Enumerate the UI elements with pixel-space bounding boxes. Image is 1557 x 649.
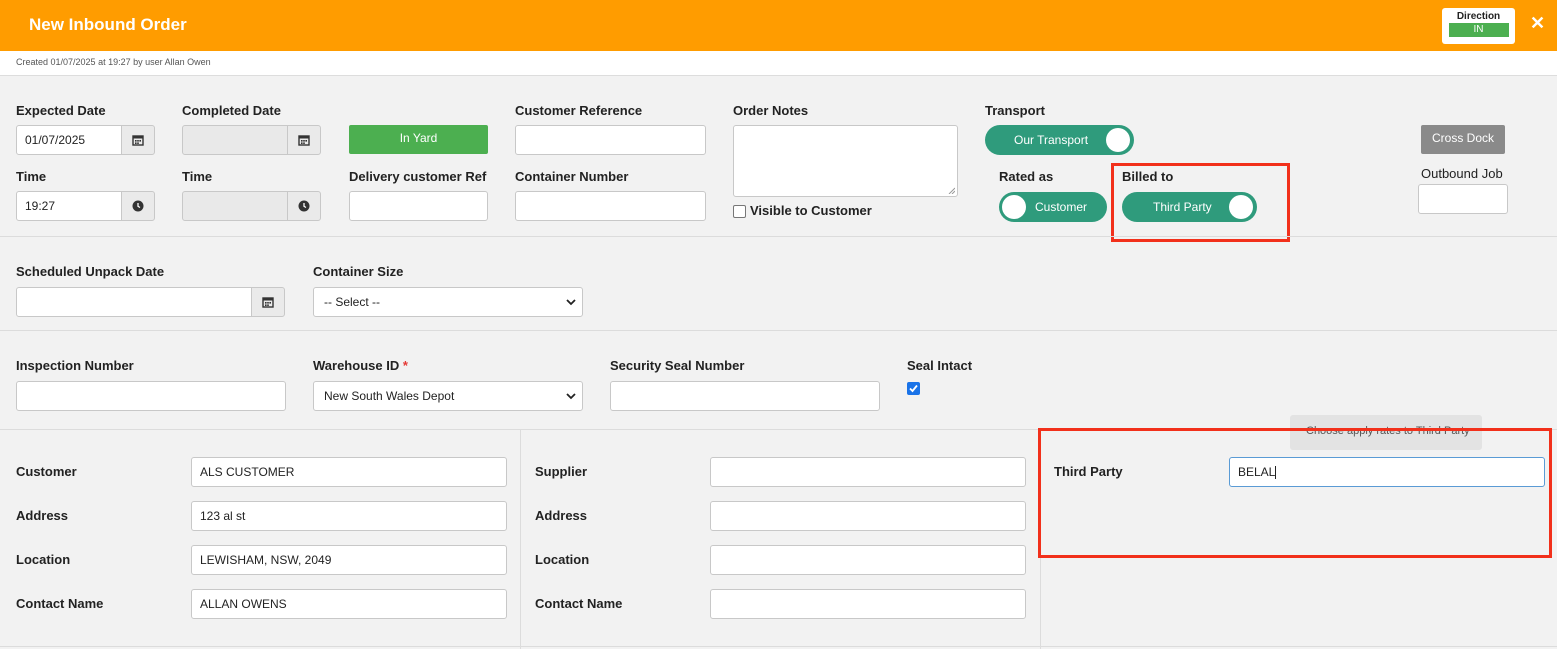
modal-header: New Inbound Order Direction IN ✕: [0, 0, 1557, 51]
outbound-job-label: Outbound Job: [1421, 166, 1503, 181]
customer-location-input[interactable]: LEWISHAM, NSW, 2049: [191, 545, 507, 575]
visible-to-customer-checkbox[interactable]: [733, 205, 746, 218]
direction-badge: Direction IN: [1442, 8, 1515, 44]
supplier-input[interactable]: [710, 457, 1026, 487]
warehouse-id-select[interactable]: New South Wales Depot: [313, 381, 583, 411]
modal-title: New Inbound Order: [29, 15, 187, 34]
highlight-box-third-party: [1038, 428, 1552, 558]
clock-icon: [287, 191, 321, 221]
expected-time-label: Time: [16, 169, 47, 184]
direction-label: Direction: [1456, 11, 1501, 22]
in-yard-button[interactable]: In Yard: [349, 125, 488, 154]
toggle-knob: [1002, 195, 1026, 219]
seal-intact-checkbox[interactable]: [907, 382, 920, 395]
calendar-icon[interactable]: [121, 125, 155, 155]
outbound-job-input[interactable]: [1418, 184, 1508, 214]
customer-label: Customer: [16, 464, 77, 479]
container-number-input[interactable]: [515, 191, 706, 221]
customer-address-input[interactable]: 123 al st: [191, 501, 507, 531]
warehouse-id-label: Warehouse ID *: [313, 358, 408, 373]
customer-reference-input[interactable]: [515, 125, 706, 155]
warehouse-id-value: New South Wales Depot: [324, 389, 455, 403]
chevron-down-icon: [566, 393, 576, 400]
transport-toggle[interactable]: Our Transport: [985, 125, 1134, 155]
delivery-customer-ref-label: Delivery customer Ref: [349, 169, 487, 184]
completed-time-label: Time: [182, 169, 213, 184]
completed-date-input: [182, 125, 288, 155]
supplier-contact-input[interactable]: [710, 589, 1026, 619]
rated-as-toggle[interactable]: Customer: [999, 192, 1107, 222]
security-seal-number-label: Security Seal Number: [610, 358, 745, 373]
inspection-number-label: Inspection Number: [16, 358, 134, 373]
customer-location-label: Location: [16, 552, 71, 567]
chevron-down-icon: [566, 299, 576, 306]
supplier-address-label: Address: [535, 508, 588, 523]
customer-input[interactable]: ALS CUSTOMER: [191, 457, 507, 487]
transport-toggle-text: Our Transport: [1014, 133, 1089, 147]
section-divider: [0, 236, 1557, 237]
expected-date-input[interactable]: 01/07/2025: [16, 125, 122, 155]
completed-time-input: [182, 191, 288, 221]
rated-as-toggle-text: Customer: [1035, 200, 1088, 214]
toggle-knob: [1106, 128, 1130, 152]
inspection-number-input[interactable]: [16, 381, 286, 411]
calendar-icon: [287, 125, 321, 155]
calendar-icon[interactable]: [251, 287, 285, 317]
scheduled-unpack-date-label: Scheduled Unpack Date: [16, 264, 165, 279]
container-number-label: Container Number: [515, 169, 629, 184]
expected-time-input[interactable]: 19:27: [16, 191, 122, 221]
supplier-location-input[interactable]: [710, 545, 1026, 575]
customer-address-label: Address: [16, 508, 69, 523]
customer-contact-input[interactable]: ALLAN OWENS: [191, 589, 507, 619]
customer-contact-label: Contact Name: [16, 596, 104, 611]
order-notes-label: Order Notes: [733, 103, 809, 118]
completed-date-label: Completed Date: [182, 103, 281, 118]
rated-as-label: Rated as: [999, 169, 1054, 184]
supplier-contact-label: Contact Name: [535, 596, 623, 611]
transport-label: Transport: [985, 103, 1045, 118]
warehouse-id-label-text: Warehouse ID: [313, 358, 400, 373]
highlight-box-billed-to: [1111, 163, 1290, 242]
created-info-bar: Created 01/07/2025 at 19:27 by user Alla…: [0, 51, 1557, 76]
section-divider: [0, 646, 1557, 647]
order-notes-textarea[interactable]: [733, 125, 958, 197]
supplier-location-label: Location: [535, 552, 590, 567]
column-divider: [520, 429, 521, 649]
security-seal-number-input[interactable]: [610, 381, 880, 411]
delivery-customer-ref-input[interactable]: [349, 191, 488, 221]
clock-icon[interactable]: [121, 191, 155, 221]
seal-intact-label: Seal Intact: [907, 358, 973, 373]
direction-value: IN: [1448, 23, 1509, 37]
supplier-address-input[interactable]: [710, 501, 1026, 531]
scheduled-unpack-date-input[interactable]: [16, 287, 252, 317]
section-divider: [0, 330, 1557, 331]
customer-reference-label: Customer Reference: [515, 103, 643, 118]
close-icon[interactable]: ✕: [1530, 13, 1545, 34]
required-mark: *: [402, 358, 408, 373]
cross-dock-button[interactable]: Cross Dock: [1421, 125, 1505, 154]
created-text: Created 01/07/2025 at 19:27 by user Alla…: [16, 57, 211, 67]
visible-to-customer-label: Visible to Customer: [750, 203, 872, 218]
container-size-value: -- Select --: [324, 295, 381, 309]
container-size-select[interactable]: -- Select --: [313, 287, 583, 317]
supplier-label: Supplier: [535, 464, 588, 479]
expected-date-label: Expected Date: [16, 103, 106, 118]
container-size-label: Container Size: [313, 264, 404, 279]
